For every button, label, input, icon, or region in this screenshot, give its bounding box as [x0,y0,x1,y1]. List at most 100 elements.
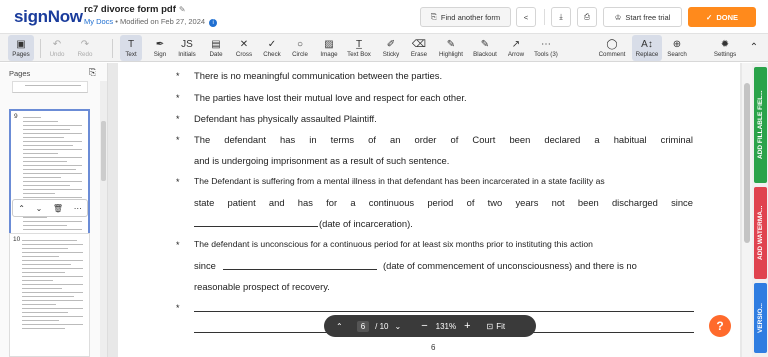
tool-redo[interactable]: ↷ Redo [74,35,96,61]
find-another-form-button[interactable]: ⎘ Find another form [420,7,511,27]
version-history-tab[interactable]: VERSIO... [754,283,767,353]
tool-text[interactable]: T Text [120,35,142,61]
tool-sign[interactable]: ✒ Sign [149,35,171,61]
download-button[interactable]: ⤓ [551,7,571,27]
tool-search[interactable]: ⊕ Search [665,35,689,61]
move-down-icon[interactable]: ⌄ [36,204,43,213]
tool-sticky[interactable]: ✐ Sticky [379,35,403,61]
tool-highlight[interactable]: ✎ Highlight [435,35,467,61]
document-meta: My Docs • Modified on Feb 27, 2024 i [84,17,218,27]
document-text-line[interactable]: The Defendant is suffering from a mental… [194,176,605,186]
more-options-icon[interactable]: ⋯ [74,204,82,213]
tool-replace[interactable]: A↕ Replace [632,35,662,61]
tool-arrow[interactable]: ↗ Arrow [504,35,528,61]
tool-pages[interactable]: ▣ Pages [8,35,34,61]
tool-check[interactable]: ✓ Check [261,35,283,61]
zoom-in-icon[interactable]: + [464,320,470,332]
date-icon: ▤ [211,38,221,50]
tool-settings[interactable]: ✹ Settings [710,35,740,61]
tool-label: Undo [49,50,65,58]
collapse-toolbar-button[interactable]: ⌃ [746,35,762,61]
page-thumbnail-prev[interactable] [12,81,88,93]
done-button[interactable]: ✓ DONE [688,7,756,27]
thumbnail-lines [22,240,83,352]
document-text-line[interactable]: and is undergoing imprisonment as a resu… [194,155,449,166]
tool-image[interactable]: ▨ Image [317,35,341,61]
page-number: 6 [431,343,436,352]
add-fillable-fields-tab[interactable]: ADD FILLABLE FIEL... [754,67,767,183]
current-page-input[interactable]: 6 [356,320,370,332]
unconsciousness-date-blank[interactable] [223,269,377,270]
document-title-text[interactable]: rc7 divorce form pdf [84,4,176,15]
find-form-label: Find another form [440,12,501,22]
rename-pencil-icon[interactable]: ✎ [179,5,186,14]
tool-cross[interactable]: ✕ Cross [233,35,255,61]
tool-label: Highlight [438,50,464,58]
document-text-line[interactable]: The defendant is unconscious for a conti… [194,239,593,249]
my-docs-link[interactable]: My Docs [84,17,113,26]
document-word: been [509,134,531,145]
tool-label: Sticky [382,50,400,58]
total-pages: / 10 [375,321,389,331]
cross-icon: ✕ [239,38,249,50]
circle-icon: ○ [296,38,304,50]
tool-label: Cross [235,50,253,58]
tool-initials[interactable]: JS Initials [175,35,199,61]
document-text-line[interactable]: There is no meaningful communication bet… [194,70,442,81]
tool-label: Date [209,50,223,58]
add-watermark-tab[interactable]: ADD WATERMA... [754,187,767,279]
delete-page-icon[interactable]: 🗑 [53,204,63,213]
tool-blackout[interactable]: ✎ Blackout [470,35,500,61]
tool-text-box[interactable]: T̲ Text Box [344,35,374,61]
document-word: declared [544,134,581,145]
tool-label: Blackout [473,50,497,58]
document-text-line[interactable]: Defendant has physically assaulted Plain… [194,113,377,124]
zoom-level[interactable]: 131% [436,322,456,331]
help-button[interactable]: ? [709,315,731,337]
document-text-line[interactable]: (date of incarceration). [319,218,413,229]
zoom-out-icon[interactable]: − [421,320,427,332]
document-word: been [577,197,599,208]
document-title[interactable]: rc7 divorce form pdf ✎ [84,4,186,15]
document-text-line[interactable]: reasonable prospect of recovery. [194,281,330,292]
tool-date[interactable]: ▤ Date [205,35,227,61]
chevron-up-icon[interactable]: ⌃ [336,322,343,331]
blank-line[interactable] [194,311,694,312]
arrow-icon: ↗ [511,38,521,50]
document-word: terms [330,134,355,145]
document-scrollbar[interactable] [742,63,752,357]
sidebar-scroll-thumb[interactable] [101,121,106,181]
incarceration-date-blank[interactable] [194,226,318,227]
info-icon[interactable]: i [209,19,218,27]
start-free-trial-button[interactable]: ♔ Start free trial [603,7,682,27]
tool-comment[interactable]: ◯ Comment [596,35,628,61]
signnow-logo[interactable]: signNow [14,7,83,27]
document-word: in [309,134,317,145]
fit-icon[interactable]: ⊡ [487,322,494,331]
add-page-icon[interactable]: ⎘ [89,67,96,78]
fit-label[interactable]: Fit [496,322,505,331]
document-word: Court [472,134,496,145]
check-icon: ✓ [267,38,277,50]
page-number-label: 9 [14,113,18,120]
tool-label: Initials [178,50,196,58]
tool-circle[interactable]: ○ Circle [289,35,311,61]
print-button[interactable]: ⎙ [577,7,597,27]
tool-undo[interactable]: ↶ Undo [46,35,68,61]
share-icon: < [523,12,529,22]
chevron-down-icon[interactable]: ⌄ [395,322,402,331]
share-button[interactable]: < [516,7,536,27]
move-up-icon[interactable]: ⌃ [18,204,25,213]
document-text-line-justified[interactable]: The defendant has in terms of an order of Court be… [194,134,693,145]
document-text-line[interactable]: (date of commencement of unconsciousness… [383,260,693,271]
page-thumbnail-10[interactable]: 10 [9,233,90,357]
tool-erase[interactable]: ⌫ Erase [407,35,431,61]
document-text-line[interactable]: since [194,260,216,271]
sidebar-scrollbar[interactable] [100,81,107,357]
document-text-line-justified[interactable]: state patient and has for a continuous period of… [194,197,693,208]
document-scroll-thumb[interactable] [744,83,750,243]
question-icon: ? [716,319,724,333]
tool-more[interactable]: ⋯ Tools (3) [531,35,561,61]
tool-label: Pages [12,50,30,58]
document-text-line[interactable]: The parties have lost their mutual love … [194,92,467,103]
